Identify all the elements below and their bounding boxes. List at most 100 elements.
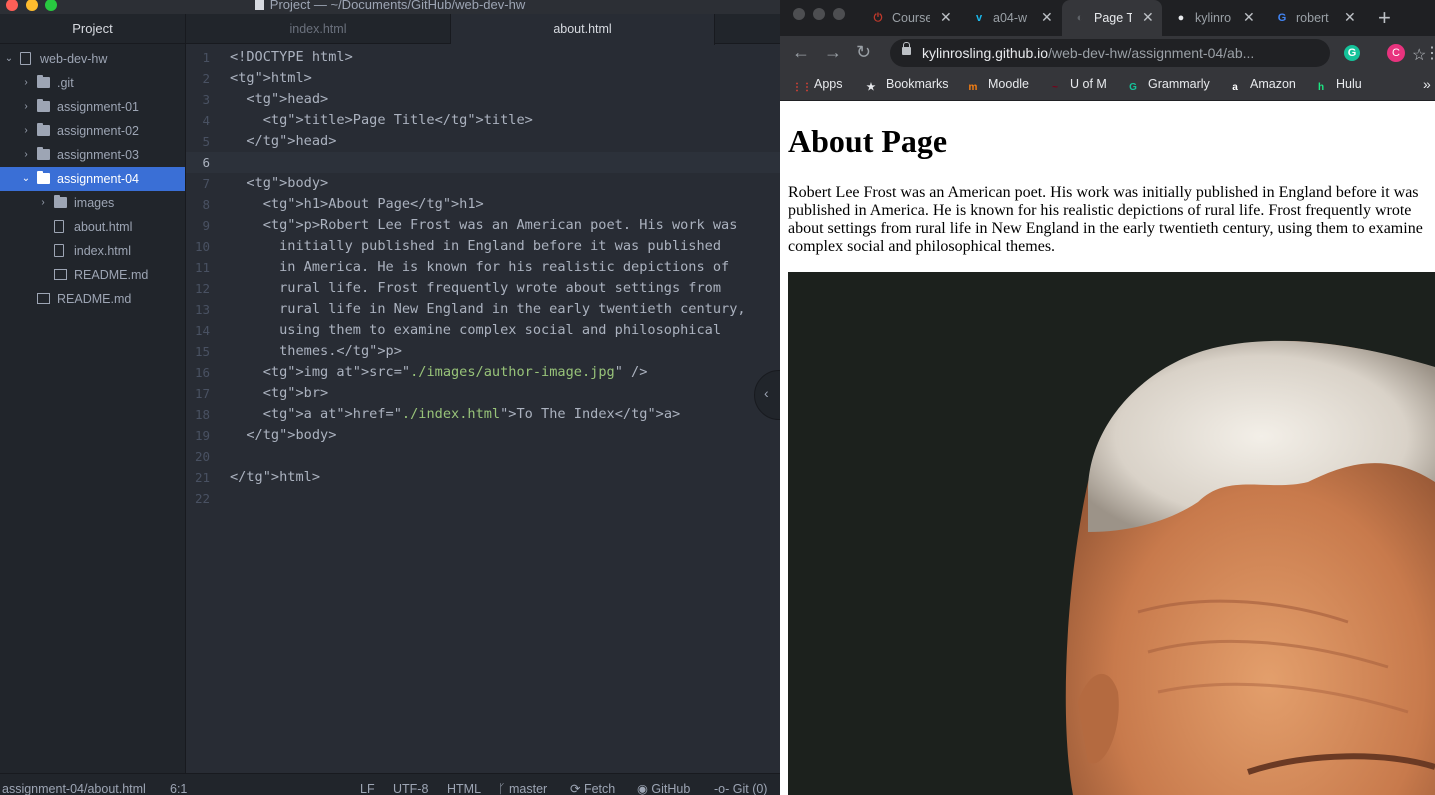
line-number: 20 [194, 449, 210, 464]
bookmark-item[interactable]: ⋮⋮ Apps [792, 77, 843, 95]
address-url[interactable]: kylinrosling.github.io/web-dev-hw/assign… [922, 45, 1317, 61]
status-cursor-position[interactable]: 6:1 [170, 782, 187, 795]
status-file-path[interactable]: assignment-04/about.html [2, 782, 146, 795]
code-line[interactable]: 16 <tg">img at">src="./images/author-ima… [186, 362, 780, 383]
tree-item[interactable]: › assignment-03 [0, 143, 185, 167]
code-line[interactable]: 22 [186, 488, 780, 509]
close-tab-icon[interactable]: ✕ [1344, 9, 1356, 26]
code-line[interactable]: 17 <tg">br> [186, 383, 780, 404]
tree-item[interactable]: about.html [0, 215, 185, 239]
status-fetch[interactable]: ⟳ Fetch [570, 782, 615, 795]
code-line[interactable]: 19 </tg">body> [186, 425, 780, 446]
status-git[interactable]: -o- Git (0) [714, 782, 767, 795]
browser-tab[interactable]: ● kylinro ✕ [1163, 0, 1263, 36]
code-line-text: <tg">h1>About Page</tg">h1> [230, 196, 484, 212]
bookmark-item[interactable]: m Moodle [966, 77, 1029, 95]
close-tab-icon[interactable]: ✕ [1142, 9, 1154, 26]
code-line[interactable]: 10 initially published in England before… [186, 236, 780, 257]
url-path: /web-dev-hw/assignment-04/ab... [1048, 45, 1255, 61]
grammarly-extension-icon[interactable]: G [1344, 45, 1360, 61]
project-tree-header[interactable]: Project [0, 14, 185, 44]
reload-button[interactable]: ↻ [856, 42, 871, 63]
line-number: 3 [202, 92, 210, 107]
tab-index-html[interactable]: index.html [186, 14, 451, 44]
tree-item[interactable]: ⌄ assignment-04 [0, 167, 185, 191]
line-number: 5 [202, 134, 210, 149]
code-editor[interactable]: 1 <!DOCTYPE html> 2 <tg">html> 3 <tg">head> 4… [186, 44, 780, 773]
chevron-down-icon[interactable]: ⌄ [21, 167, 31, 191]
code-line[interactable]: 2 <tg">html> [186, 68, 780, 89]
chevron-right-icon[interactable]: › [21, 119, 31, 143]
code-line-text: <tg">a at">href="./index.html">To The In… [230, 406, 681, 422]
tree-item-label: .git [57, 76, 74, 90]
code-line[interactable]: 13 rural life in New England in the earl… [186, 299, 780, 320]
tab-about-html[interactable]: about.html [451, 14, 715, 45]
chevron-right-icon[interactable]: › [21, 95, 31, 119]
back-button[interactable]: ← [792, 42, 810, 63]
tab-favicon-icon: v [975, 12, 983, 24]
chevron-right-icon[interactable]: › [21, 71, 31, 95]
browser-maximize-button[interactable] [833, 8, 845, 20]
code-line[interactable]: 1 <!DOCTYPE html> [186, 47, 780, 68]
bookmark-item[interactable]: ★ Bookmarks [864, 77, 949, 95]
address-bar[interactable]: kylinrosling.github.io/web-dev-hw/assign… [890, 39, 1426, 67]
tree-item[interactable]: index.html [0, 239, 185, 263]
status-encoding[interactable]: UTF-8 [393, 782, 428, 795]
bookmark-item[interactable]: ~ U of M [1048, 77, 1107, 95]
code-line[interactable]: 9 <tg">p>Robert Lee Frost was an America… [186, 215, 780, 236]
browser-tab[interactable]: ⏻ Course ✕ [860, 0, 960, 36]
code-line[interactable]: 5 </tg">head> [186, 131, 780, 152]
tree-item-label: index.html [74, 244, 131, 258]
new-tab-button[interactable]: + [1378, 5, 1391, 31]
tree-item[interactable]: README.md [0, 287, 185, 311]
tree-item[interactable]: › .git [0, 71, 185, 95]
forward-button[interactable]: → [824, 42, 842, 63]
tree-item[interactable]: › assignment-01 [0, 95, 185, 119]
code-line-text: <!DOCTYPE html> [230, 49, 353, 65]
atom-titlebar: Project — ~/Documents/GitHub/web-dev-hw [0, 0, 780, 14]
file-icon [54, 220, 64, 233]
bookmark-label: U of M [1070, 77, 1107, 91]
code-line[interactable]: 12 rural life. Frost frequently wrote ab… [186, 278, 780, 299]
code-line[interactable]: 18 <tg">a at">href="./index.html">To The… [186, 404, 780, 425]
chevron-right-icon[interactable]: › [38, 191, 48, 215]
status-grammar[interactable]: HTML [447, 782, 481, 795]
code-line[interactable]: 8 <tg">h1>About Page</tg">h1> [186, 194, 780, 215]
code-line[interactable]: 15 themes.</tg">p> [186, 341, 780, 362]
browser-tab[interactable]: v a04-w ✕ [961, 0, 1061, 36]
browser-close-button[interactable] [793, 8, 805, 20]
tree-item[interactable]: › assignment-02 [0, 119, 185, 143]
status-line-ending[interactable]: LF [360, 782, 375, 795]
code-line[interactable]: 11 in America. He is known for his reali… [186, 257, 780, 278]
browser-minimize-button[interactable] [813, 8, 825, 20]
line-number: 12 [194, 281, 210, 296]
bookmark-item[interactable]: h Hulu [1314, 77, 1362, 95]
code-line[interactable]: 21 </tg">html> [186, 467, 780, 488]
chevron-right-icon[interactable]: › [21, 143, 31, 167]
code-line[interactable]: 3 <tg">head> [186, 89, 780, 110]
tab-favicon-icon: G [1277, 12, 1287, 24]
browser-tab[interactable]: ◐ Page T ✕ [1062, 0, 1162, 36]
chevron-down-icon[interactable]: ⌄ [4, 47, 14, 71]
close-tab-icon[interactable]: ✕ [1243, 9, 1255, 26]
bookmark-item[interactable]: G Grammarly [1126, 77, 1210, 95]
close-tab-icon[interactable]: ✕ [940, 9, 952, 26]
close-tab-icon[interactable]: ✕ [1041, 9, 1053, 26]
tree-item-label: README.md [74, 268, 149, 282]
code-line[interactable]: 7 <tg">body> [186, 173, 780, 194]
code-line[interactable]: 14 using them to examine complex social … [186, 320, 780, 341]
tree-item[interactable]: README.md [0, 263, 185, 287]
bookmark-item[interactable]: a Amazon [1228, 77, 1296, 95]
code-line[interactable]: 20 [186, 446, 780, 467]
tree-item[interactable]: › images [0, 191, 185, 215]
code-line[interactable]: 6 [186, 152, 780, 173]
tree-item[interactable]: ⌄ web-dev-hw [0, 47, 185, 71]
code-line-text: <tg">p>Robert Lee Frost was an American … [230, 217, 738, 233]
code-line[interactable]: 4 <tg">title>Page Title</tg">title> [186, 110, 780, 131]
profile-avatar[interactable]: C [1387, 44, 1405, 62]
browser-tab[interactable]: Grobert ✕ [1264, 0, 1364, 36]
status-github[interactable]: ◉ GitHub [637, 782, 690, 795]
bookmarks-overflow-icon[interactable]: » [1423, 76, 1431, 92]
status-branch[interactable]: ᚴ master [498, 782, 547, 795]
menu-icon[interactable]: ⋮ [1424, 43, 1435, 63]
